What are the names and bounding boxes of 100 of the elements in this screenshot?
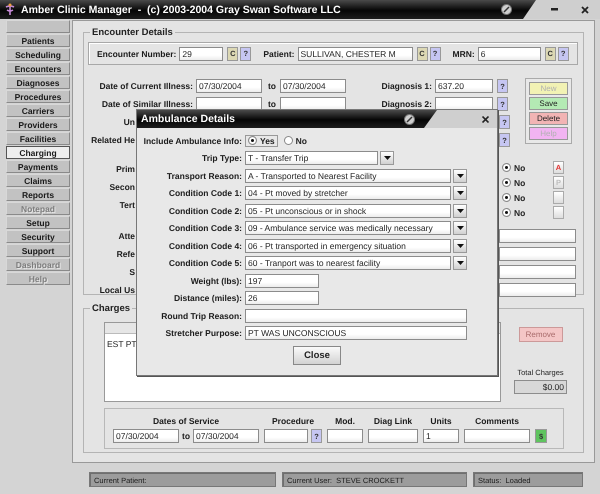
input-field[interactable]: SULLIVAN, CHESTER M <box>298 46 413 60</box>
nav-button[interactable]: Patients <box>6 34 70 47</box>
nav-button[interactable]: Encounters <box>6 62 70 75</box>
app-icon <box>4 3 16 16</box>
field-label: Tert <box>118 200 135 210</box>
caret-icon <box>456 226 464 230</box>
minimize-icon[interactable] <box>551 8 558 11</box>
field-label: Encounter Number: <box>97 48 176 58</box>
field-label: S <box>128 267 135 277</box>
group-title: Charges <box>91 303 132 314</box>
to-label: to <box>266 99 276 109</box>
nav-button[interactable]: Facilities <box>6 132 70 145</box>
modifier-field[interactable] <box>327 429 364 443</box>
caret-icon <box>456 208 464 213</box>
input-field[interactable]: 197 <box>245 274 319 288</box>
nav-button[interactable]: Claims <box>6 174 70 187</box>
date-field[interactable]: 07/30/2004 <box>193 429 260 443</box>
field-label: Date of Current Illness: <box>98 81 193 91</box>
caret-icon <box>456 261 464 266</box>
input-field[interactable] <box>499 283 576 297</box>
action-button[interactable]: Save <box>529 97 568 110</box>
field-label: Patient: <box>263 48 295 58</box>
caret-icon <box>456 244 464 248</box>
field-label: Related He <box>90 135 135 145</box>
field-label: Condition Code 3: <box>168 223 242 234</box>
date-field[interactable]: 07/30/2004 <box>196 79 262 93</box>
nav-button[interactable]: Support <box>6 244 70 257</box>
comments-field[interactable] <box>464 429 530 443</box>
input-field[interactable] <box>499 265 576 279</box>
caret-icon <box>456 191 464 196</box>
nav-button[interactable]: Scheduling <box>6 48 70 61</box>
field-label: Transport Reason: <box>166 170 242 181</box>
field-label: Date of Similar Illness: <box>100 99 193 109</box>
radio-option[interactable]: No <box>499 206 528 218</box>
field-label: Condition Code 4: <box>168 240 242 251</box>
input-field[interactable] <box>499 247 576 261</box>
column-header: Comments <box>475 416 519 426</box>
window-title: Amber Clinic Manager - (c) 2003-2004 Gray Swan Software LLC <box>21 4 342 16</box>
to-label: to <box>266 81 276 91</box>
input-field[interactable] <box>245 308 467 323</box>
dial-icon[interactable] <box>404 114 415 124</box>
blank-button[interactable] <box>6 20 70 33</box>
close-icon[interactable] <box>482 116 489 122</box>
input-field[interactable]: 29 <box>179 46 224 60</box>
table-cell-text: EST PT <box>106 338 138 351</box>
field-label: Include Ambulance Info: <box>142 136 242 146</box>
column-header: Units <box>430 416 452 426</box>
diag-link-field[interactable] <box>368 429 418 443</box>
blank-button[interactable] <box>553 206 564 219</box>
close-icon[interactable] <box>580 6 589 14</box>
radio-option[interactable]: Yes <box>245 134 278 147</box>
field-label: Local Us <box>98 285 135 295</box>
field-label: Atte <box>117 231 135 241</box>
field-label: Condition Code 2: <box>168 206 242 216</box>
radio-option[interactable]: No <box>280 134 310 147</box>
input-field[interactable]: 6 <box>478 46 541 60</box>
blank-button[interactable] <box>553 191 564 204</box>
nav-button[interactable]: Reports <box>6 188 70 201</box>
input-field[interactable]: PT WAS UNCONSCIOUS <box>245 326 467 340</box>
nav-button[interactable]: Diagnoses <box>6 76 70 89</box>
field-label: Distance (miles): <box>172 293 242 304</box>
input-field[interactable] <box>499 229 576 243</box>
field-label: Diagnosis 1: <box>380 81 432 91</box>
column-header: Mod. <box>335 416 355 426</box>
nav-button[interactable]: Payments <box>6 160 70 173</box>
field-label: Condition Code 5: <box>168 258 242 268</box>
procedure-field[interactable] <box>264 429 308 443</box>
dial-icon[interactable] <box>501 4 512 15</box>
column-header: Procedure <box>272 416 314 426</box>
field-label: Condition Code 1: <box>168 188 242 198</box>
nav-button[interactable]: Security <box>6 230 70 243</box>
close-button[interactable]: Close <box>293 346 341 365</box>
input-field[interactable]: 26 <box>245 291 319 306</box>
field-label: Weight (lbs): <box>190 276 242 286</box>
date-field[interactable]: 07/30/2004 <box>280 79 346 93</box>
dialog-title: Ambulance Details <box>141 113 236 125</box>
radio-option[interactable]: No <box>499 192 528 204</box>
total-amount: $0.00 <box>514 380 567 394</box>
group-title: Encounter Details <box>91 27 174 38</box>
to-label: to <box>182 431 190 441</box>
caret-icon <box>384 156 390 160</box>
radio-option[interactable]: No <box>499 162 528 174</box>
action-button[interactable]: Delete <box>529 112 568 125</box>
field-label: Refe <box>116 249 135 259</box>
date-field[interactable]: 07/30/2004 <box>113 429 179 443</box>
field-label: Trip Type: <box>201 153 242 164</box>
diagnosis-field[interactable]: 637.20 <box>435 79 493 93</box>
nav-button[interactable]: Carriers <box>6 104 70 117</box>
radio-option[interactable]: No <box>499 176 528 188</box>
field-label: Round Trip Reason: <box>160 310 242 321</box>
field-label: Secon <box>108 182 135 192</box>
nav-button[interactable]: Charging <box>6 146 70 159</box>
nav-button[interactable]: Setup <box>6 216 70 229</box>
field-label: MRN: <box>452 48 475 58</box>
column-header: Dates of Service <box>152 416 220 426</box>
units-field[interactable]: 1 <box>423 429 460 443</box>
nav-button[interactable]: Procedures <box>6 90 70 103</box>
field-label: Un <box>122 117 135 127</box>
nav-button[interactable]: Providers <box>6 118 70 131</box>
caret-icon <box>456 174 464 178</box>
